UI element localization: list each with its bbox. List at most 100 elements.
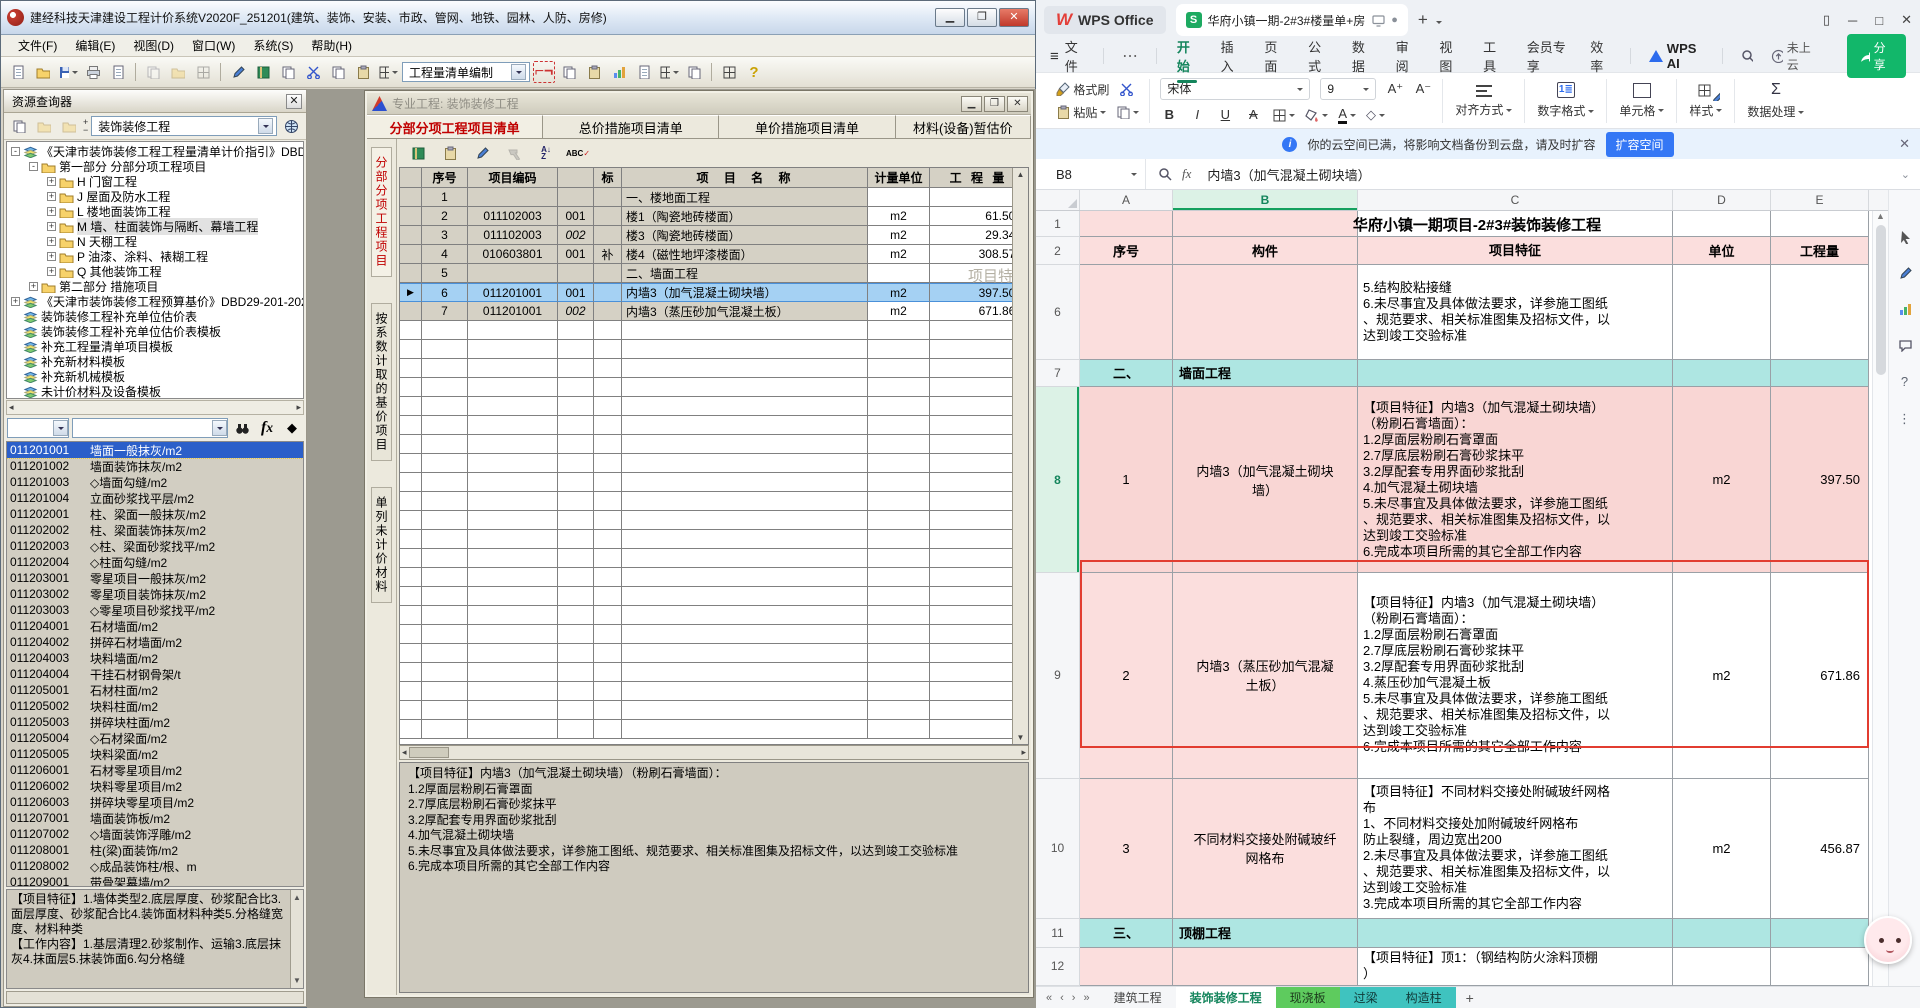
- cut-icon[interactable]: [1119, 82, 1134, 96]
- notice-close-icon[interactable]: ✕: [1899, 136, 1910, 152]
- copy-button[interactable]: [1116, 105, 1140, 119]
- table-vscrollbar[interactable]: ▲ ▼: [1012, 168, 1028, 744]
- search-type-dropdown-icon[interactable]: [53, 420, 68, 436]
- list-item[interactable]: 011205004 ◇石材梁面/m2: [7, 730, 303, 746]
- italic-button[interactable]: I: [1188, 107, 1206, 122]
- tree-item[interactable]: + L 楼地面装饰工程: [7, 204, 303, 219]
- list-item[interactable]: 011204003 块料墙面/m2: [7, 650, 303, 666]
- bill-row[interactable]: 3 011102003 002 楼3（陶瓷地砖楼面） m2 29.340: [400, 226, 1028, 245]
- tree-item[interactable]: 补充新机械模板: [7, 369, 303, 384]
- panel-vscrollbar[interactable]: ▲ ▼: [290, 890, 303, 988]
- bill-row[interactable]: 7 011201001 002 内墙3（蒸压砂加气混凝土板） m2 671.86…: [400, 302, 1028, 321]
- help-icon[interactable]: ?: [1901, 374, 1908, 389]
- more-menu-icon[interactable]: ⋯: [1122, 46, 1138, 66]
- ribbon-tab[interactable]: 效率: [1588, 33, 1612, 79]
- cut-icon[interactable]: [302, 61, 324, 83]
- help-icon[interactable]: ?: [743, 61, 765, 83]
- row-header-6[interactable]: 6: [1036, 264, 1080, 360]
- tree-item[interactable]: + P 油漆、涂料、裱糊工程: [7, 249, 303, 264]
- col-header-c[interactable]: C: [1358, 190, 1673, 210]
- wps-close-button[interactable]: ✕: [1901, 12, 1912, 28]
- select-region-icon[interactable]: ⌐¬: [533, 61, 555, 83]
- combo-dropdown-icon[interactable]: [511, 64, 526, 80]
- list-item[interactable]: 011202002 柱、梁面装饰抹灰/m2: [7, 522, 303, 538]
- font-color-button[interactable]: A: [1338, 106, 1357, 124]
- hammer-icon[interactable]: [503, 142, 525, 164]
- alignment-button[interactable]: 对齐方式: [1443, 83, 1524, 118]
- menu-item[interactable]: 视图(D): [124, 35, 183, 56]
- add-sheet-button[interactable]: +: [1456, 987, 1484, 1008]
- empty-row[interactable]: [400, 435, 1028, 454]
- document-tab[interactable]: S 华府小镇一期-2#3#楼量单+房 ●: [1175, 4, 1408, 36]
- bill-tab[interactable]: 材料(设备)暂估价: [895, 115, 1031, 138]
- sheet-row-10[interactable]: 10 3 不同材料交接处附碱玻纤 网格布 【项目特征】不同材料交接处附碱玻纤网格…: [1036, 778, 1920, 919]
- col-header-b[interactable]: B: [1173, 190, 1358, 210]
- sheet-tab[interactable]: 构造柱: [1391, 987, 1456, 1008]
- calc-icon[interactable]: [252, 61, 274, 83]
- fx-icon[interactable]: fx: [1182, 166, 1191, 182]
- list-item[interactable]: 011203002 零星项目装饰抹灰/m2: [7, 586, 303, 602]
- edit-pen-icon[interactable]: [1898, 266, 1912, 280]
- export-icon[interactable]: [107, 61, 129, 83]
- tree-expand-icon[interactable]: +: [47, 252, 56, 261]
- empty-row[interactable]: [400, 587, 1028, 606]
- project-tree-icon[interactable]: [192, 61, 214, 83]
- spellcheck-icon[interactable]: ABC ✓: [566, 142, 590, 164]
- mode-icon[interactable]: [377, 61, 399, 83]
- list-item[interactable]: 011207001 墙面装饰板/m2: [7, 810, 303, 826]
- tree-expand-icon[interactable]: +: [47, 207, 56, 216]
- ribbon-tab[interactable]: 审阅: [1394, 33, 1418, 79]
- guide-book-icon[interactable]: [407, 142, 429, 164]
- find-icon[interactable]: [231, 417, 253, 439]
- wps-minimize-button[interactable]: ─: [1848, 13, 1857, 28]
- sidebar-toggle-icon[interactable]: ▯: [1823, 12, 1830, 28]
- report-icon[interactable]: [277, 61, 299, 83]
- fill-color-button[interactable]: [1305, 108, 1329, 122]
- formula-value[interactable]: 内墙3（加气混凝土砌块墙）: [1207, 165, 1900, 184]
- sheet-vscrollbar[interactable]: ▲: [1872, 211, 1888, 986]
- underline-button[interactable]: U: [1216, 107, 1234, 122]
- col-header-a[interactable]: A: [1080, 190, 1173, 210]
- menu-item[interactable]: 帮助(H): [302, 35, 361, 56]
- list-item[interactable]: 011206003 拼碎块零星项目/m2: [7, 794, 303, 810]
- empty-row[interactable]: [400, 359, 1028, 378]
- comment-icon[interactable]: [1898, 338, 1912, 352]
- bill-row[interactable]: 1 一、楼地面工程: [400, 188, 1028, 207]
- list-item[interactable]: 011206001 石材零星项目/m2: [7, 762, 303, 778]
- panel-close-icon[interactable]: ✕: [286, 93, 302, 109]
- list-item[interactable]: 011206002 块料零星项目/m2: [7, 778, 303, 794]
- paste-button[interactable]: 粘贴: [1056, 104, 1107, 121]
- window2-icon[interactable]: [718, 61, 740, 83]
- decrease-font-button[interactable]: A⁻: [1414, 81, 1432, 97]
- vertical-tab[interactable]: 单列未计价材料: [371, 487, 392, 603]
- vertical-tab[interactable]: 分部分项工程项目: [371, 147, 392, 277]
- refresh-icon[interactable]: [8, 115, 30, 137]
- empty-row[interactable]: [400, 473, 1028, 492]
- ribbon-tab[interactable]: 页面: [1262, 33, 1286, 79]
- empty-row[interactable]: [400, 530, 1028, 549]
- sheet-row-12[interactable]: 12 【项目特征】顶1：（钢结构防火涂料顶棚 ）: [1036, 947, 1920, 987]
- edit-pencil-icon[interactable]: [471, 142, 493, 164]
- sheet-row-2[interactable]: 2 序号 构件 项目特征 单位 工程量: [1036, 237, 1920, 265]
- list-item[interactable]: 011208002 ◇成品装饰柱/根、m: [7, 858, 303, 874]
- wps-ai-button[interactable]: WPS AI: [1648, 41, 1704, 71]
- bill-row[interactable]: 6 011201001 001 内墙3（加气混凝土砌块墙） m2 397.500: [400, 283, 1028, 302]
- globe-icon[interactable]: [280, 115, 302, 137]
- row-header-1[interactable]: 1: [1036, 210, 1080, 238]
- fx-icon[interactable]: fx: [256, 417, 278, 439]
- empty-row[interactable]: [400, 720, 1028, 739]
- tree-item[interactable]: 未计价材料及设备模板: [7, 384, 303, 398]
- bold-button[interactable]: B: [1160, 107, 1178, 122]
- tree-expand-icon[interactable]: +: [47, 222, 56, 231]
- list-item[interactable]: 011204001 石材墙面/m2: [7, 618, 303, 634]
- tree-item[interactable]: + J 屋面及防水工程: [7, 189, 303, 204]
- tree-item[interactable]: + 《天津市装饰装修工程预算基价》DBD29-201-2020: [7, 294, 303, 309]
- list-item[interactable]: 011201001 墙面一般抹灰/m2: [7, 442, 303, 459]
- project-manage-icon[interactable]: [167, 61, 189, 83]
- doc-restore-button[interactable]: ❐: [984, 95, 1005, 112]
- file-menu[interactable]: ≡ 文件: [1050, 37, 1085, 75]
- row-header-8[interactable]: 8: [1036, 387, 1080, 573]
- save-icon[interactable]: [57, 61, 79, 83]
- list-item[interactable]: 011205005 块料梁面/m2: [7, 746, 303, 762]
- tree-expand-icon[interactable]: +: [47, 237, 56, 246]
